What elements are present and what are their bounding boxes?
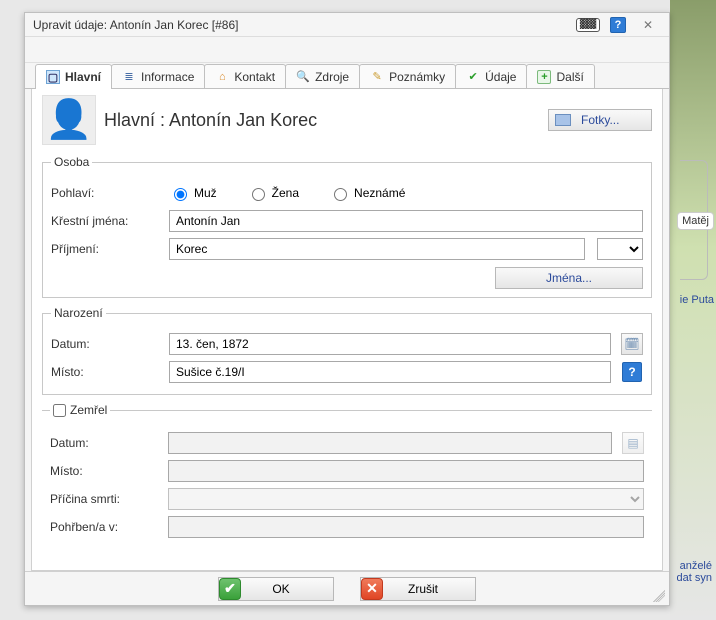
tab-main[interactable]: ▢ Hlavní (35, 64, 112, 89)
keyboard-icon[interactable]: ▓▓▓ (575, 16, 601, 34)
tab-notes[interactable]: ✎ Poznámky (359, 64, 456, 88)
help-icon: ? (622, 362, 642, 382)
death-cause-label: Příčina smrti: (50, 492, 162, 506)
cancel-button[interactable]: ✕ Zrušit (360, 577, 476, 601)
tab-label: Zdroje (315, 70, 349, 84)
calendar-icon: 🗓 (624, 337, 639, 351)
page-title: Hlavní : Antonín Jan Korec (104, 110, 540, 131)
window-title: Upravit údaje: Antonín Jan Korec [#86] (33, 18, 571, 32)
tab-label: Informace (141, 70, 194, 84)
gender-radio-group: Muž Žena Neznámé (169, 185, 405, 201)
burial-input (168, 516, 644, 538)
death-date-label: Datum: (50, 436, 162, 450)
radio-unknown-label: Neznámé (354, 186, 405, 200)
bg-card: Matěj (677, 212, 714, 230)
titlebar: Upravit údaje: Antonín Jan Korec [#86] ▓… (25, 13, 669, 37)
person-section: Osoba Pohlaví: Muž Žena (42, 155, 652, 298)
calendar-icon: ▤ (627, 436, 638, 450)
gender-option-unknown[interactable]: Neznámé (329, 185, 405, 201)
photos-button-label: Fotky... (581, 113, 619, 127)
burial-label: Pohřben/a v: (50, 520, 162, 534)
bg-text: ie Puta (680, 294, 714, 306)
gender-option-male[interactable]: Muž (169, 185, 217, 201)
check-icon: ✔ (466, 70, 480, 84)
tab-information[interactable]: ≣ Informace (111, 64, 205, 88)
edit-person-dialog: Upravit údaje: Antonín Jan Korec [#86] ▓… (24, 12, 670, 606)
tab-more[interactable]: + Další (526, 64, 594, 88)
search-icon: 🔍 (296, 70, 310, 84)
names-button[interactable]: Jména... (495, 267, 643, 289)
radio-male[interactable] (174, 188, 187, 201)
place-help-button[interactable]: ? (621, 361, 643, 383)
gender-label: Pohlaví: (51, 186, 163, 200)
death-calendar-button: ▤ (622, 432, 644, 454)
tab-contact[interactable]: ⌂ Kontakt (204, 64, 286, 88)
photo-icon (555, 114, 571, 126)
birth-section: Narození Datum: 🗓 Místo: ? (42, 306, 652, 395)
deceased-checkbox[interactable] (53, 404, 66, 417)
bg-text: anželédat syn (677, 560, 712, 584)
death-date-input (168, 432, 612, 454)
birth-date-label: Datum: (51, 337, 163, 351)
gender-option-female[interactable]: Žena (247, 185, 299, 201)
tab-label: Hlavní (65, 70, 101, 84)
resize-grip[interactable] (653, 590, 665, 602)
radio-female[interactable] (252, 188, 265, 201)
tab-sources[interactable]: 🔍 Zdroje (285, 64, 360, 88)
calendar-button[interactable]: 🗓 (621, 333, 643, 355)
toolbar-spacer (25, 37, 669, 63)
birth-date-input[interactable] (169, 333, 611, 355)
tab-bar: ▢ Hlavní ≣ Informace ⌂ Kontakt 🔍 Zdroje … (25, 63, 669, 89)
tab-label: Poznámky (389, 70, 445, 84)
birth-legend: Narození (51, 306, 106, 320)
radio-female-label: Žena (272, 186, 299, 200)
death-legend: Zemřel (70, 403, 107, 417)
death-section: Zemřel Datum: ▤ Místo: Příčina smrti: (42, 403, 652, 549)
death-cause-select (168, 488, 644, 510)
death-place-input (168, 460, 644, 482)
death-place-label: Místo: (50, 464, 162, 478)
given-names-input[interactable] (169, 210, 643, 232)
birth-place-input[interactable] (169, 361, 611, 383)
surname-suffix-select[interactable] (597, 238, 643, 260)
photos-button[interactable]: Fotky... (548, 109, 652, 131)
close-icon: ✕ (361, 578, 383, 600)
surname-label: Příjmení: (51, 242, 163, 256)
check-icon: ✔ (219, 578, 241, 600)
cancel-button-label: Zrušit (393, 582, 475, 596)
dialog-footer: ✔ OK ✕ Zrušit (25, 571, 669, 605)
tab-label: Další (556, 70, 583, 84)
tab-label: Kontakt (234, 70, 275, 84)
help-icon[interactable]: ? (605, 16, 631, 34)
tab-data[interactable]: ✔ Údaje (455, 64, 527, 88)
radio-unknown[interactable] (334, 188, 347, 201)
birth-place-label: Místo: (51, 365, 163, 379)
card-icon: ▢ (46, 70, 60, 84)
avatar: 👤 (42, 95, 96, 145)
note-icon: ✎ (370, 70, 384, 84)
close-icon[interactable]: ✕ (635, 16, 661, 34)
home-icon: ⌂ (215, 70, 229, 84)
given-names-label: Křestní jména: (51, 214, 163, 228)
radio-male-label: Muž (194, 186, 217, 200)
surname-input[interactable] (169, 238, 585, 260)
ok-button-label: OK (251, 582, 333, 596)
lines-icon: ≣ (122, 70, 136, 84)
person-legend: Osoba (51, 155, 92, 169)
ok-button[interactable]: ✔ OK (218, 577, 334, 601)
plus-icon: + (537, 70, 551, 84)
tab-label: Údaje (485, 70, 516, 84)
